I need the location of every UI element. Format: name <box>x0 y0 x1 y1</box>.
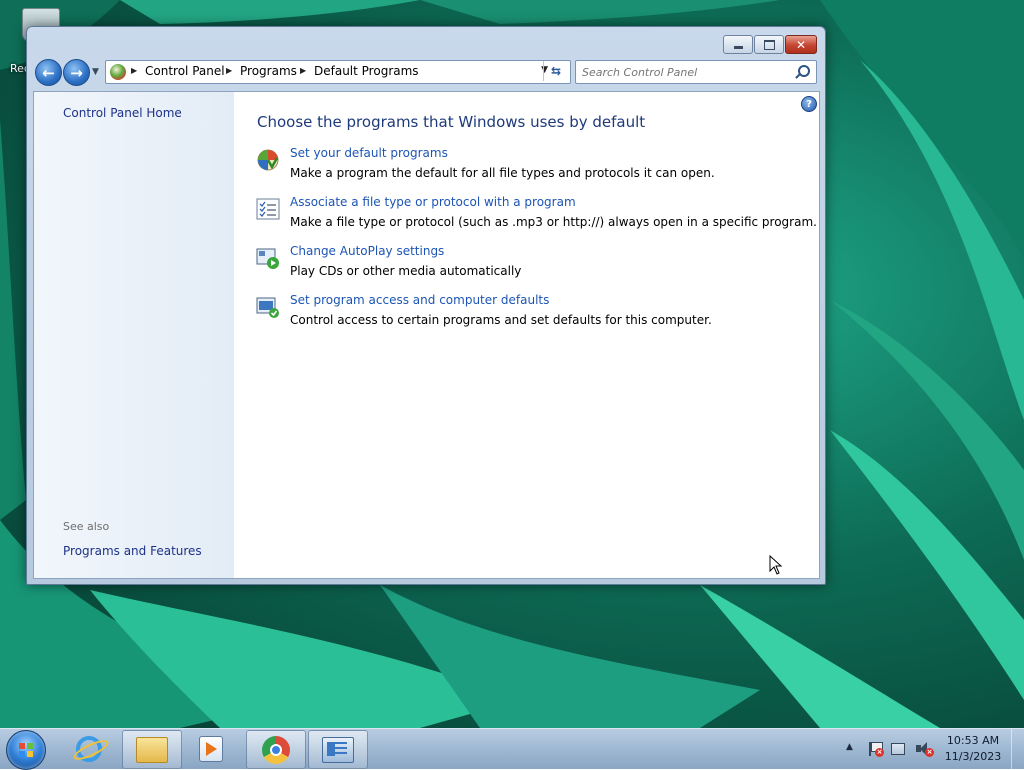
breadcrumb-separator-icon[interactable]: ▶ <box>300 66 306 75</box>
error-badge-icon: × <box>875 748 884 757</box>
taskbar-windows-explorer[interactable] <box>122 730 182 769</box>
network-icon[interactable] <box>891 743 905 755</box>
task-autoplay: Change AutoPlay settings Play CDs or oth… <box>256 244 816 286</box>
breadcrumb-programs[interactable]: Programs <box>240 64 297 78</box>
chrome-icon <box>262 735 290 764</box>
task-link[interactable]: Set your default programs <box>290 146 448 160</box>
show-hidden-icons-button[interactable]: ▲ <box>846 742 853 752</box>
windows-explorer-icon <box>136 736 168 763</box>
mouse-cursor-icon <box>769 555 783 575</box>
show-desktop-button[interactable] <box>1011 729 1024 769</box>
internet-explorer-icon <box>76 735 102 762</box>
taskbar-internet-explorer[interactable] <box>60 730 118 767</box>
control-panel-icon <box>110 64 126 80</box>
program-access-icon <box>256 297 279 318</box>
taskbar-control-panel[interactable] <box>308 730 368 769</box>
task-description: Make a program the default for all file … <box>290 166 715 180</box>
caption-buttons: ✕ <box>723 35 817 54</box>
see-also-heading: See also <box>63 520 110 533</box>
forward-arrow-icon: → <box>70 63 83 82</box>
minimize-button[interactable] <box>723 35 753 54</box>
close-icon: ✕ <box>795 37 807 52</box>
task-description: Make a file type or protocol (such as .m… <box>290 215 817 229</box>
maximize-icon <box>763 39 775 50</box>
address-bar[interactable]: ▶ Control Panel ▶ Programs ▶ Default Pro… <box>105 60 571 84</box>
taskbar-chrome[interactable] <box>246 730 306 769</box>
windows-logo-icon <box>19 743 33 757</box>
close-button[interactable]: ✕ <box>785 35 817 54</box>
programs-and-features-link[interactable]: Programs and Features <box>63 544 202 558</box>
mute-badge-icon: × <box>925 748 934 757</box>
volume-muted-icon[interactable]: × <box>915 741 934 757</box>
back-button[interactable]: ← <box>35 59 62 86</box>
minimize-icon <box>733 45 743 49</box>
system-clock[interactable]: 10:53 AM 11/3/2023 <box>940 733 1006 765</box>
content-area: Control Panel Home See also Programs and… <box>33 91 820 579</box>
help-button[interactable]: ? <box>801 96 817 112</box>
right-pane: ? Choose the programs that Windows uses … <box>234 92 819 578</box>
default-programs-icon <box>257 149 279 171</box>
task-description: Play CDs or other media automatically <box>290 264 522 278</box>
task-link[interactable]: Set program access and computer defaults <box>290 293 549 307</box>
maximize-button[interactable] <box>754 35 784 54</box>
search-box[interactable] <box>575 60 817 84</box>
control-panel-home-link[interactable]: Control Panel Home <box>63 106 182 120</box>
back-arrow-icon: ← <box>42 63 55 82</box>
task-associate-file-type: Associate a file type or protocol with a… <box>256 195 817 237</box>
file-association-icon <box>256 198 280 220</box>
taskbar-media-player[interactable] <box>182 730 240 767</box>
task-set-default-programs: Set your default programs Make a program… <box>256 146 816 188</box>
task-program-access: Set program access and computer defaults… <box>256 293 816 335</box>
breadcrumb-control-panel[interactable]: Control Panel <box>145 64 225 78</box>
taskbar: ▲ × × 10:53 AM 11/3/2023 <box>0 728 1024 770</box>
control-panel-window: ✕ ← → ▼ ▶ Control Panel ▶ Programs ▶ Def… <box>26 26 826 585</box>
breadcrumb-separator-icon[interactable]: ▶ <box>226 66 232 75</box>
task-link[interactable]: Associate a file type or protocol with a… <box>290 195 576 209</box>
clock-date: 11/3/2023 <box>944 750 1002 763</box>
start-button[interactable] <box>6 730 46 770</box>
breadcrumb-default-programs[interactable]: Default Programs <box>314 64 419 78</box>
clock-time: 10:53 AM <box>946 734 1000 747</box>
search-input[interactable] <box>580 63 792 81</box>
forward-button[interactable]: → <box>63 59 90 86</box>
media-player-icon <box>199 735 223 762</box>
refresh-icon: ⇆ <box>550 64 562 78</box>
task-link[interactable]: Change AutoPlay settings <box>290 244 444 258</box>
recent-pages-dropdown[interactable]: ▼ <box>92 67 102 77</box>
task-description: Control access to certain programs and s… <box>290 313 712 327</box>
breadcrumb-separator-icon[interactable]: ▶ <box>131 66 137 75</box>
left-pane: Control Panel Home See also Programs and… <box>34 92 234 578</box>
page-title: Choose the programs that Windows uses by… <box>257 113 646 131</box>
control-panel-icon <box>322 736 354 763</box>
help-icon: ? <box>806 98 812 110</box>
refresh-button[interactable]: ⇆ <box>543 61 568 81</box>
autoplay-icon <box>256 248 279 269</box>
search-icon[interactable] <box>798 65 810 77</box>
action-center-flag-icon[interactable]: × <box>867 741 884 757</box>
